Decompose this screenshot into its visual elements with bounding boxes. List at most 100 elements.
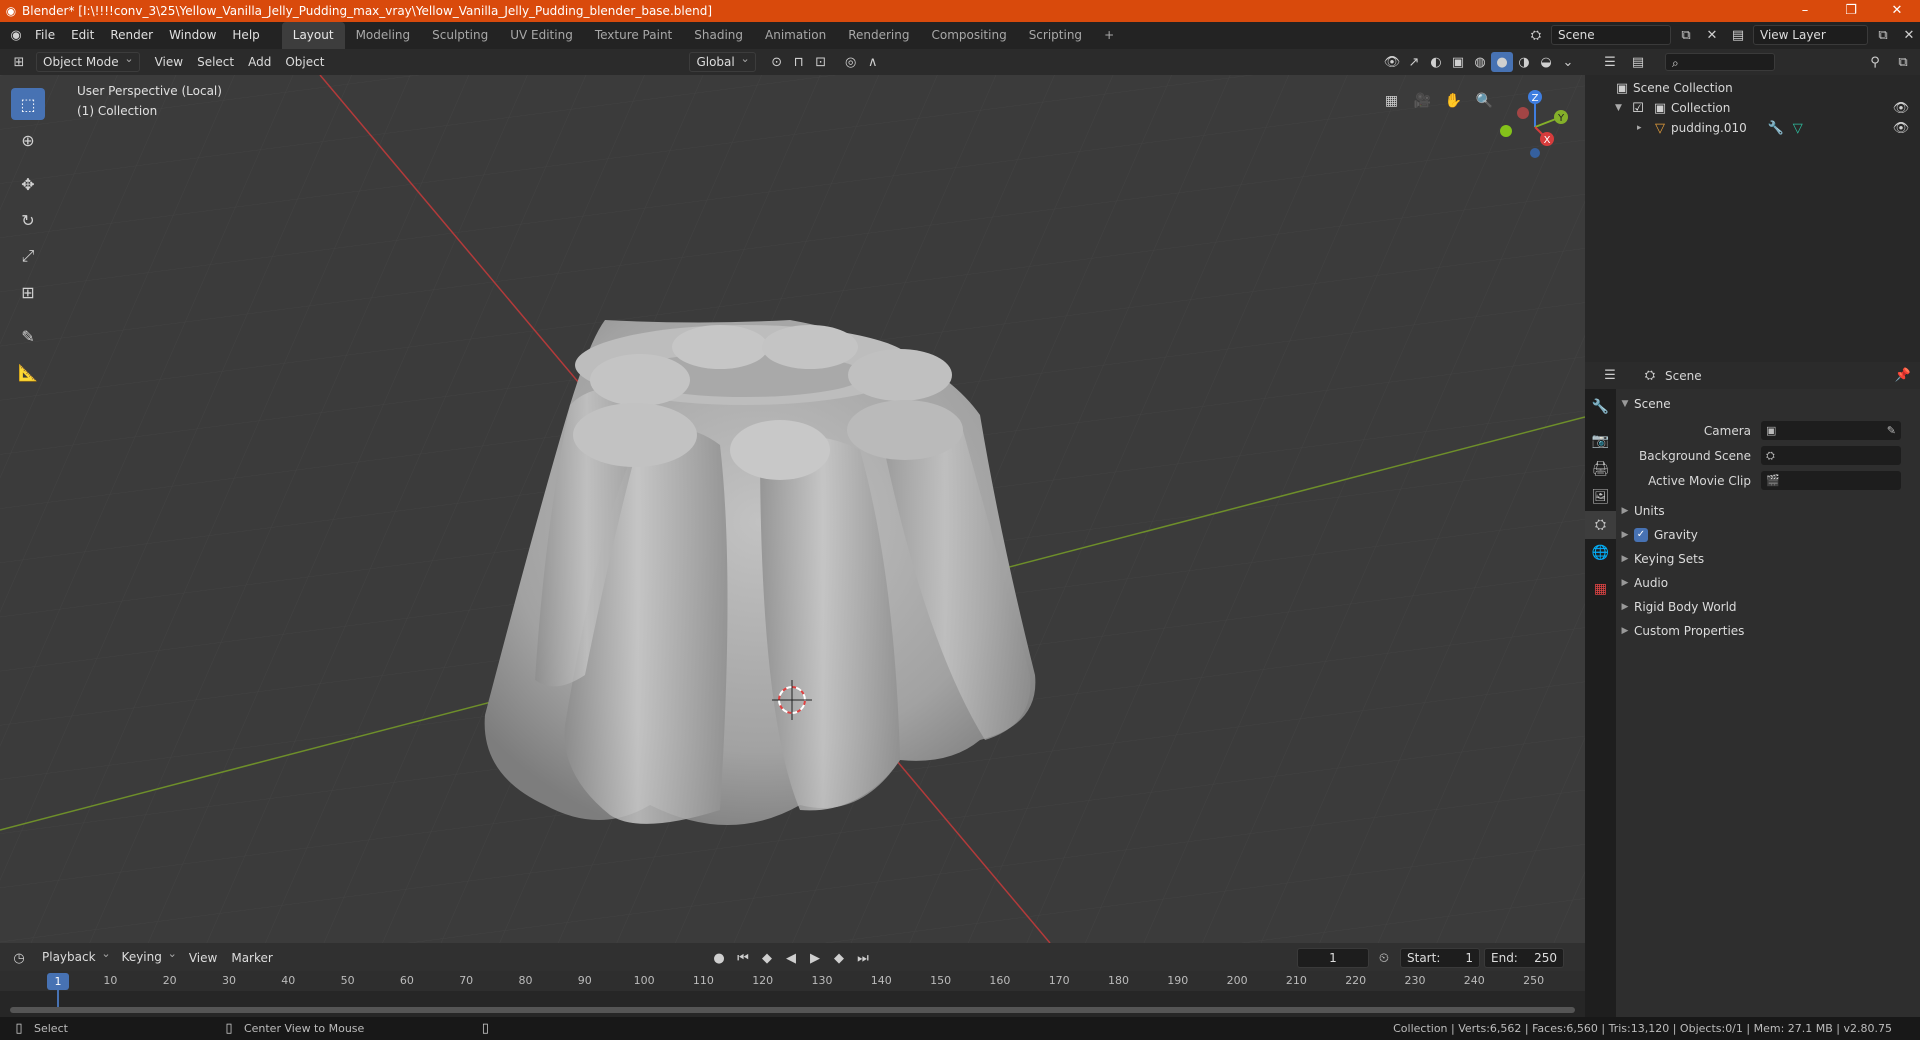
expand-arrow-icon[interactable]: ▸ bbox=[1637, 123, 1649, 133]
maximize-button[interactable]: ❐ bbox=[1828, 0, 1874, 22]
tab-rendering[interactable]: Rendering bbox=[837, 22, 920, 49]
units-panel-header[interactable]: ▶ Units bbox=[1616, 499, 1920, 523]
modifier-wrench-icon[interactable]: 🔧 bbox=[1765, 118, 1787, 138]
timeline-editor-icon[interactable]: ◷ bbox=[8, 948, 30, 968]
current-frame-field[interactable]: 1 bbox=[1297, 948, 1369, 968]
play-icon[interactable]: ▶ bbox=[804, 948, 826, 968]
menu-help[interactable]: Help bbox=[224, 22, 267, 49]
new-scene-icon[interactable]: ⧉ bbox=[1675, 25, 1697, 45]
tab-uv-editing[interactable]: UV Editing bbox=[499, 22, 584, 49]
menu-file[interactable]: File bbox=[27, 22, 63, 49]
snap-target-icon[interactable]: ⊡ bbox=[810, 52, 832, 72]
custom-properties-panel-header[interactable]: ▶ Custom Properties bbox=[1616, 619, 1920, 643]
orientation-dropdown[interactable]: Global bbox=[689, 50, 756, 72]
jump-end-icon[interactable]: ⏭ bbox=[852, 948, 874, 968]
blender-menu-icon[interactable]: ◉ bbox=[5, 26, 27, 46]
new-collection-icon[interactable]: ⧉ bbox=[1892, 52, 1914, 72]
timeline-view-menu[interactable]: View bbox=[182, 948, 224, 968]
jump-start-icon[interactable]: ⏮ bbox=[732, 948, 754, 968]
editor-type-icon[interactable]: ⊞ bbox=[8, 52, 30, 72]
outliner-editor-icon[interactable]: ☰ bbox=[1599, 52, 1621, 72]
tab-texture-paint[interactable]: Texture Paint bbox=[584, 22, 683, 49]
tab-shading[interactable]: Shading bbox=[683, 22, 754, 49]
background-scene-field[interactable]: ⛭ bbox=[1761, 446, 1901, 465]
minimize-button[interactable]: – bbox=[1782, 0, 1828, 22]
keying-menu[interactable]: Keying bbox=[116, 945, 182, 968]
cursor-tool-icon[interactable]: ⊕ bbox=[11, 124, 45, 156]
eyedropper-icon[interactable]: ✎ bbox=[1887, 424, 1896, 437]
properties-editor-icon[interactable]: ☰ bbox=[1599, 366, 1621, 386]
pivot-icon[interactable]: ⊙ bbox=[766, 52, 788, 72]
menu-edit[interactable]: Edit bbox=[63, 22, 102, 49]
delete-scene-icon[interactable]: ✕ bbox=[1701, 25, 1723, 45]
scene-selector[interactable]: Scene bbox=[1551, 25, 1671, 45]
close-button[interactable]: ✕ bbox=[1874, 0, 1920, 22]
current-frame-marker[interactable]: 1 bbox=[47, 973, 69, 990]
menu-window[interactable]: Window bbox=[161, 22, 224, 49]
measure-tool-icon[interactable]: 📐 bbox=[11, 356, 45, 388]
prev-keyframe-icon[interactable]: ◆ bbox=[756, 948, 778, 968]
world-tab-icon[interactable]: 🌐 bbox=[1585, 539, 1616, 567]
grid-toggle-icon[interactable]: ▦ bbox=[1378, 87, 1405, 114]
delete-view-layer-icon[interactable]: ✕ bbox=[1898, 25, 1920, 45]
menu-render[interactable]: Render bbox=[102, 22, 161, 49]
rotate-tool-icon[interactable]: ↻ bbox=[11, 204, 45, 236]
solid-shading-icon[interactable]: ● bbox=[1491, 52, 1513, 72]
gravity-panel-header[interactable]: ▶ ✓ Gravity bbox=[1616, 523, 1920, 547]
collection-eye-icon[interactable]: 👁 bbox=[1890, 98, 1912, 118]
expand-arrow-icon[interactable]: ▼ bbox=[1615, 103, 1627, 113]
timeline-marker-menu[interactable]: Marker bbox=[224, 948, 279, 968]
scene-tab-icon[interactable]: ⛭ bbox=[1585, 511, 1616, 539]
new-view-layer-icon[interactable]: ⧉ bbox=[1872, 25, 1894, 45]
xray-icon[interactable]: ▣ bbox=[1447, 52, 1469, 72]
object-eye-icon[interactable]: 👁 bbox=[1890, 118, 1912, 138]
zoom-icon[interactable]: 🔍 bbox=[1471, 87, 1498, 114]
transform-tool-icon[interactable]: ⊞ bbox=[11, 276, 45, 308]
pin-icon[interactable]: 📌 bbox=[1892, 366, 1914, 386]
rigid-body-world-panel-header[interactable]: ▶ Rigid Body World bbox=[1616, 595, 1920, 619]
tab-modeling[interactable]: Modeling bbox=[345, 22, 422, 49]
gizmo-toggle-icon[interactable]: ↗ bbox=[1403, 52, 1425, 72]
add-workspace-button[interactable]: + bbox=[1093, 22, 1125, 49]
camera-view-icon[interactable]: 🎥 bbox=[1409, 87, 1436, 114]
outliner-row-scene-collection[interactable]: ▣ Scene Collection bbox=[1585, 78, 1920, 98]
outliner-search-input[interactable]: ⌕ bbox=[1665, 53, 1775, 71]
audio-panel-header[interactable]: ▶ Audio bbox=[1616, 571, 1920, 595]
active-movie-clip-field[interactable]: 🎬 bbox=[1761, 471, 1901, 490]
next-keyframe-icon[interactable]: ◆ bbox=[828, 948, 850, 968]
camera-field[interactable]: ▣ ✎ bbox=[1761, 421, 1901, 440]
timeline-scrollbar[interactable] bbox=[10, 1007, 1575, 1013]
outliner-row-collection[interactable]: ▼ ☑ ▣ Collection 👁 bbox=[1585, 98, 1920, 118]
scene-panel-header[interactable]: ▼ Scene bbox=[1616, 392, 1920, 416]
tab-layout[interactable]: Layout bbox=[281, 22, 345, 49]
playback-menu[interactable]: Playback bbox=[36, 945, 116, 968]
start-frame-field[interactable]: Start: 1 bbox=[1400, 948, 1480, 968]
record-icon[interactable]: ● bbox=[708, 948, 730, 968]
collection-checkbox-icon[interactable]: ☑ bbox=[1627, 98, 1649, 118]
falloff-icon[interactable]: ∧ bbox=[862, 52, 884, 72]
mesh-data-icon[interactable]: ▽ bbox=[1787, 118, 1809, 138]
proportional-edit-icon[interactable]: ◎ bbox=[840, 52, 862, 72]
filter-icon[interactable]: ⚲ bbox=[1864, 52, 1886, 72]
frame-ruler[interactable]: 10 20 30 40 50 60 70 80 90 100 110 120 130 140 150 160 1… bbox=[0, 971, 1585, 991]
wireframe-shading-icon[interactable]: ◍ bbox=[1469, 52, 1491, 72]
rendered-shading-icon[interactable]: ◒ bbox=[1535, 52, 1557, 72]
move-tool-icon[interactable]: ✥ bbox=[11, 168, 45, 200]
tab-sculpting[interactable]: Sculpting bbox=[421, 22, 499, 49]
texture-tab-icon[interactable]: ▦ bbox=[1585, 575, 1616, 603]
3d-viewport[interactable]: User Perspective (Local) (1) Collection bbox=[0, 75, 1585, 943]
view-layer-tab-icon[interactable]: 🖼 bbox=[1585, 483, 1616, 511]
preview-range-icon[interactable]: ⏲ bbox=[1373, 948, 1395, 968]
play-reverse-icon[interactable]: ◀ bbox=[780, 948, 802, 968]
menu-select[interactable]: Select bbox=[190, 52, 241, 72]
tab-compositing[interactable]: Compositing bbox=[920, 22, 1017, 49]
tab-scripting[interactable]: Scripting bbox=[1018, 22, 1093, 49]
shading-options-icon[interactable]: ⌄ bbox=[1557, 52, 1579, 72]
output-tab-icon[interactable]: 🖨 bbox=[1585, 455, 1616, 483]
select-box-tool-icon[interactable]: ⬚ bbox=[11, 88, 45, 120]
tool-tab-icon[interactable]: 🔧 bbox=[1585, 393, 1616, 421]
render-tab-icon[interactable]: 📷 bbox=[1585, 427, 1616, 455]
view-layer-selector[interactable]: View Layer bbox=[1753, 25, 1868, 45]
pan-hand-icon[interactable]: ✋ bbox=[1440, 87, 1467, 114]
visibility-icon[interactable]: 👁 bbox=[1381, 52, 1403, 72]
